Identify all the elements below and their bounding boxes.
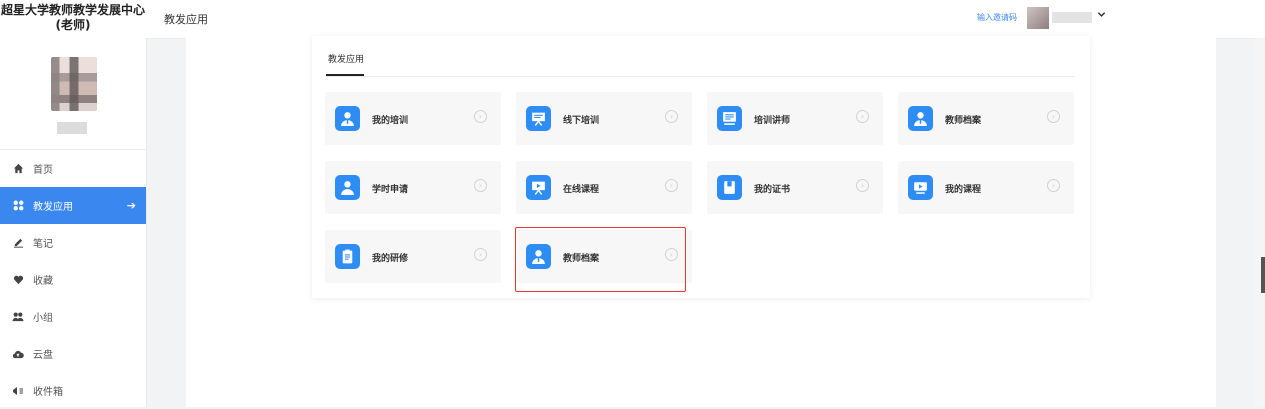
chevron-right-icon: › [665,110,678,123]
tile-label: 我的培训 [372,116,409,126]
tile-my-courses[interactable]: 我的课程 › [898,161,1074,214]
tab-divider [326,76,1075,77]
tile-my-training[interactable]: 我的培训 › [325,92,501,145]
tile-training-lecturer[interactable]: 培训讲师 › [707,92,883,145]
tile-label: 线下培训 [563,116,600,126]
tile-teacher-archive[interactable]: 教师档案 › [898,92,1074,145]
user-name-blurred[interactable] [1052,12,1092,23]
home-icon [12,163,24,175]
tile-label: 我的证书 [754,185,791,195]
sidebar-item-apps[interactable]: 教发应用 ➔ [0,187,146,224]
sidebar-item-notes[interactable]: 笔记 [0,224,146,261]
invite-code-link[interactable]: 输入邀请码 [977,12,1017,23]
scrollbar-thumb[interactable] [1261,257,1265,293]
sidebar-item-label: 笔记 [33,239,53,250]
heart-icon [12,274,24,286]
sidebar-item-label: 云盘 [33,350,53,361]
chevron-right-icon: › [1047,179,1060,192]
pen-icon [12,237,24,249]
chevron-right-icon: › [474,248,487,261]
highlight-box [515,227,686,292]
sidebar: 超星大学教师教学发展中心 (老师) 首页 教发应用 ➔ 笔记 收藏 小组 云盘 … [0,0,147,407]
sidebar-item-label: 教发应用 [33,202,73,213]
user-name-blurred [57,122,87,134]
user-avatar[interactable] [1027,7,1049,29]
user-role: (老师) [55,18,91,32]
group-icon [12,311,24,323]
chevron-right-icon: › [474,179,487,192]
inbox-icon [12,385,24,397]
sidebar-item-groups[interactable]: 小组 [0,298,146,335]
chevron-right-icon: › [856,179,869,192]
cloud-icon [12,348,24,360]
tile-label: 学时申请 [372,185,409,195]
org-title: 超星大学教师教学发展中心 (老师) [0,3,146,33]
breadcrumb: 教发应用 [164,13,208,26]
sidebar-item-cloud[interactable]: 云盘 [0,335,146,372]
teacher-icon [908,106,933,131]
tab-apps[interactable]: 教发应用 [328,52,364,65]
sidebar-item-label: 收件箱 [33,387,63,398]
chevron-right-icon: › [665,179,678,192]
tile-label: 我的研修 [372,254,409,264]
teacher-icon [335,175,360,200]
sidebar-item-home[interactable]: 首页 [0,150,146,187]
chevron-right-icon: › [1047,110,1060,123]
sidebar-item-label: 首页 [33,165,53,176]
lecturer-icon [717,106,742,131]
org-name: 超星大学教师教学发展中心 [0,3,145,17]
clipboard-icon [335,244,360,269]
board-icon [526,175,551,200]
scrollbar[interactable] [1255,38,1265,407]
chevron-right-icon: › [856,110,869,123]
teacher-icon [335,106,360,131]
board-icon [526,106,551,131]
avatar[interactable] [51,57,97,111]
sidebar-nav: 首页 教发应用 ➔ 笔记 收藏 小组 云盘 收件箱 [0,150,146,409]
tile-label: 在线课程 [563,185,600,195]
tile-label: 教师档案 [945,116,982,126]
chevron-down-icon[interactable] [1097,10,1106,22]
chevron-right-icon: › [474,110,487,123]
video-icon [908,175,933,200]
apps-icon [12,200,24,212]
tile-offline-training[interactable]: 线下培训 › [516,92,692,145]
tile-my-certificates[interactable]: 我的证书 › [707,161,883,214]
arrow-right-icon: ➔ [126,199,136,212]
sidebar-item-inbox[interactable]: 收件箱 [0,372,146,409]
certificate-icon [717,175,742,200]
tile-online-courses[interactable]: 在线课程 › [516,161,692,214]
tile-label: 培训讲师 [754,116,791,126]
tile-label: 我的课程 [945,185,982,195]
tile-my-study[interactable]: 我的研修 › [325,230,501,283]
tile-credit-hours-application[interactable]: 学时申请 › [325,161,501,214]
sidebar-item-label: 收藏 [33,276,53,287]
sidebar-item-favorites[interactable]: 收藏 [0,261,146,298]
sidebar-item-label: 小组 [33,313,53,324]
